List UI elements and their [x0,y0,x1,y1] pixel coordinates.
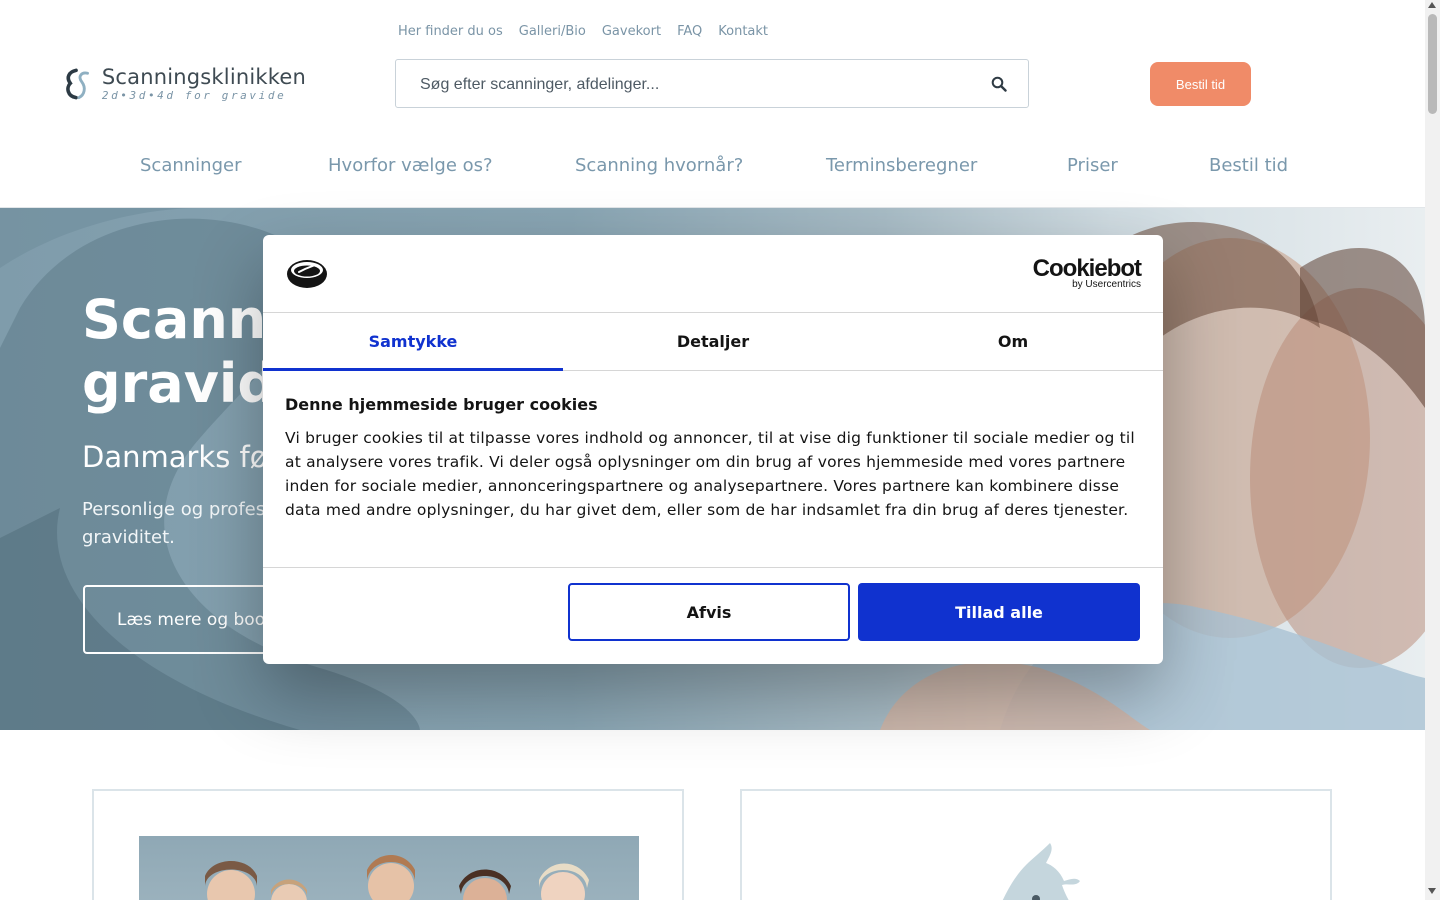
cookie-tabs: Samtykke Detaljer Om [263,313,1163,371]
cookiebot-brand[interactable]: Cookiebot by Usercentrics [1032,255,1142,290]
cookie-logo-icon [287,260,327,288]
cookie-dialog-text: Vi bruger cookies til at tilpasse vores … [285,429,1135,519]
tab-about[interactable]: Om [863,313,1163,370]
cookie-dialog-header: Cookiebot by Usercentrics [263,235,1163,313]
cookie-dialog-footer: Afvis Tillad alle [263,567,1163,664]
cookie-dialog-heading: Denne hjemmeside bruger cookies [285,395,598,414]
cookie-overlay: Cookiebot by Usercentrics Samtykke Detal… [0,0,1440,900]
cookie-dialog: Cookiebot by Usercentrics Samtykke Detal… [263,235,1163,664]
deny-cookies-button[interactable]: Afvis [568,583,850,641]
allow-all-cookies-button[interactable]: Tillad alle [858,583,1140,641]
cookiebot-name: Cookiebot [1032,255,1142,282]
tab-details[interactable]: Detaljer [563,313,863,370]
tab-consent[interactable]: Samtykke [263,313,563,371]
cookie-dialog-body: Denne hjemmeside bruger cookies Vi bruge… [285,395,1145,522]
